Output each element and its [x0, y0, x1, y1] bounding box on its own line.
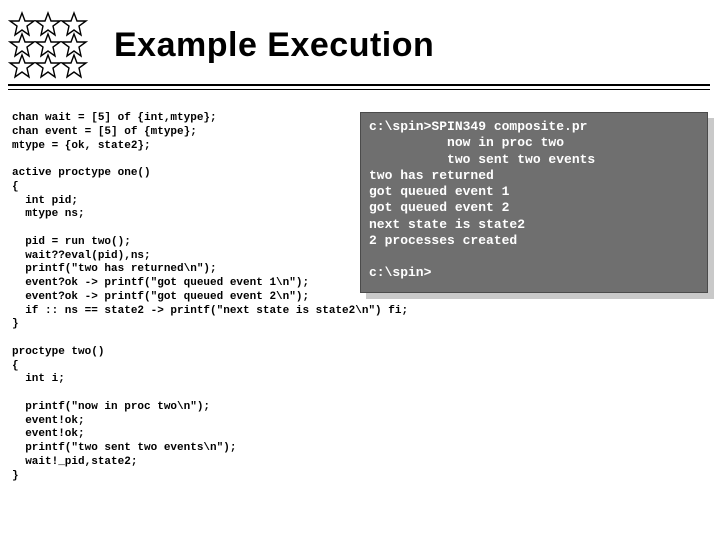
logo-icon: [8, 10, 98, 80]
slide-body: chan wait = [5] of {int,mtype}; chan eve…: [12, 112, 708, 530]
terminal-panel: c:\spin>SPIN349 composite.pr now in proc…: [360, 112, 708, 293]
slide-header: Example Execution: [0, 0, 720, 80]
slide-title: Example Execution: [114, 26, 434, 65]
terminal-output: c:\spin>SPIN349 composite.pr now in proc…: [360, 112, 708, 293]
divider: [8, 84, 710, 90]
